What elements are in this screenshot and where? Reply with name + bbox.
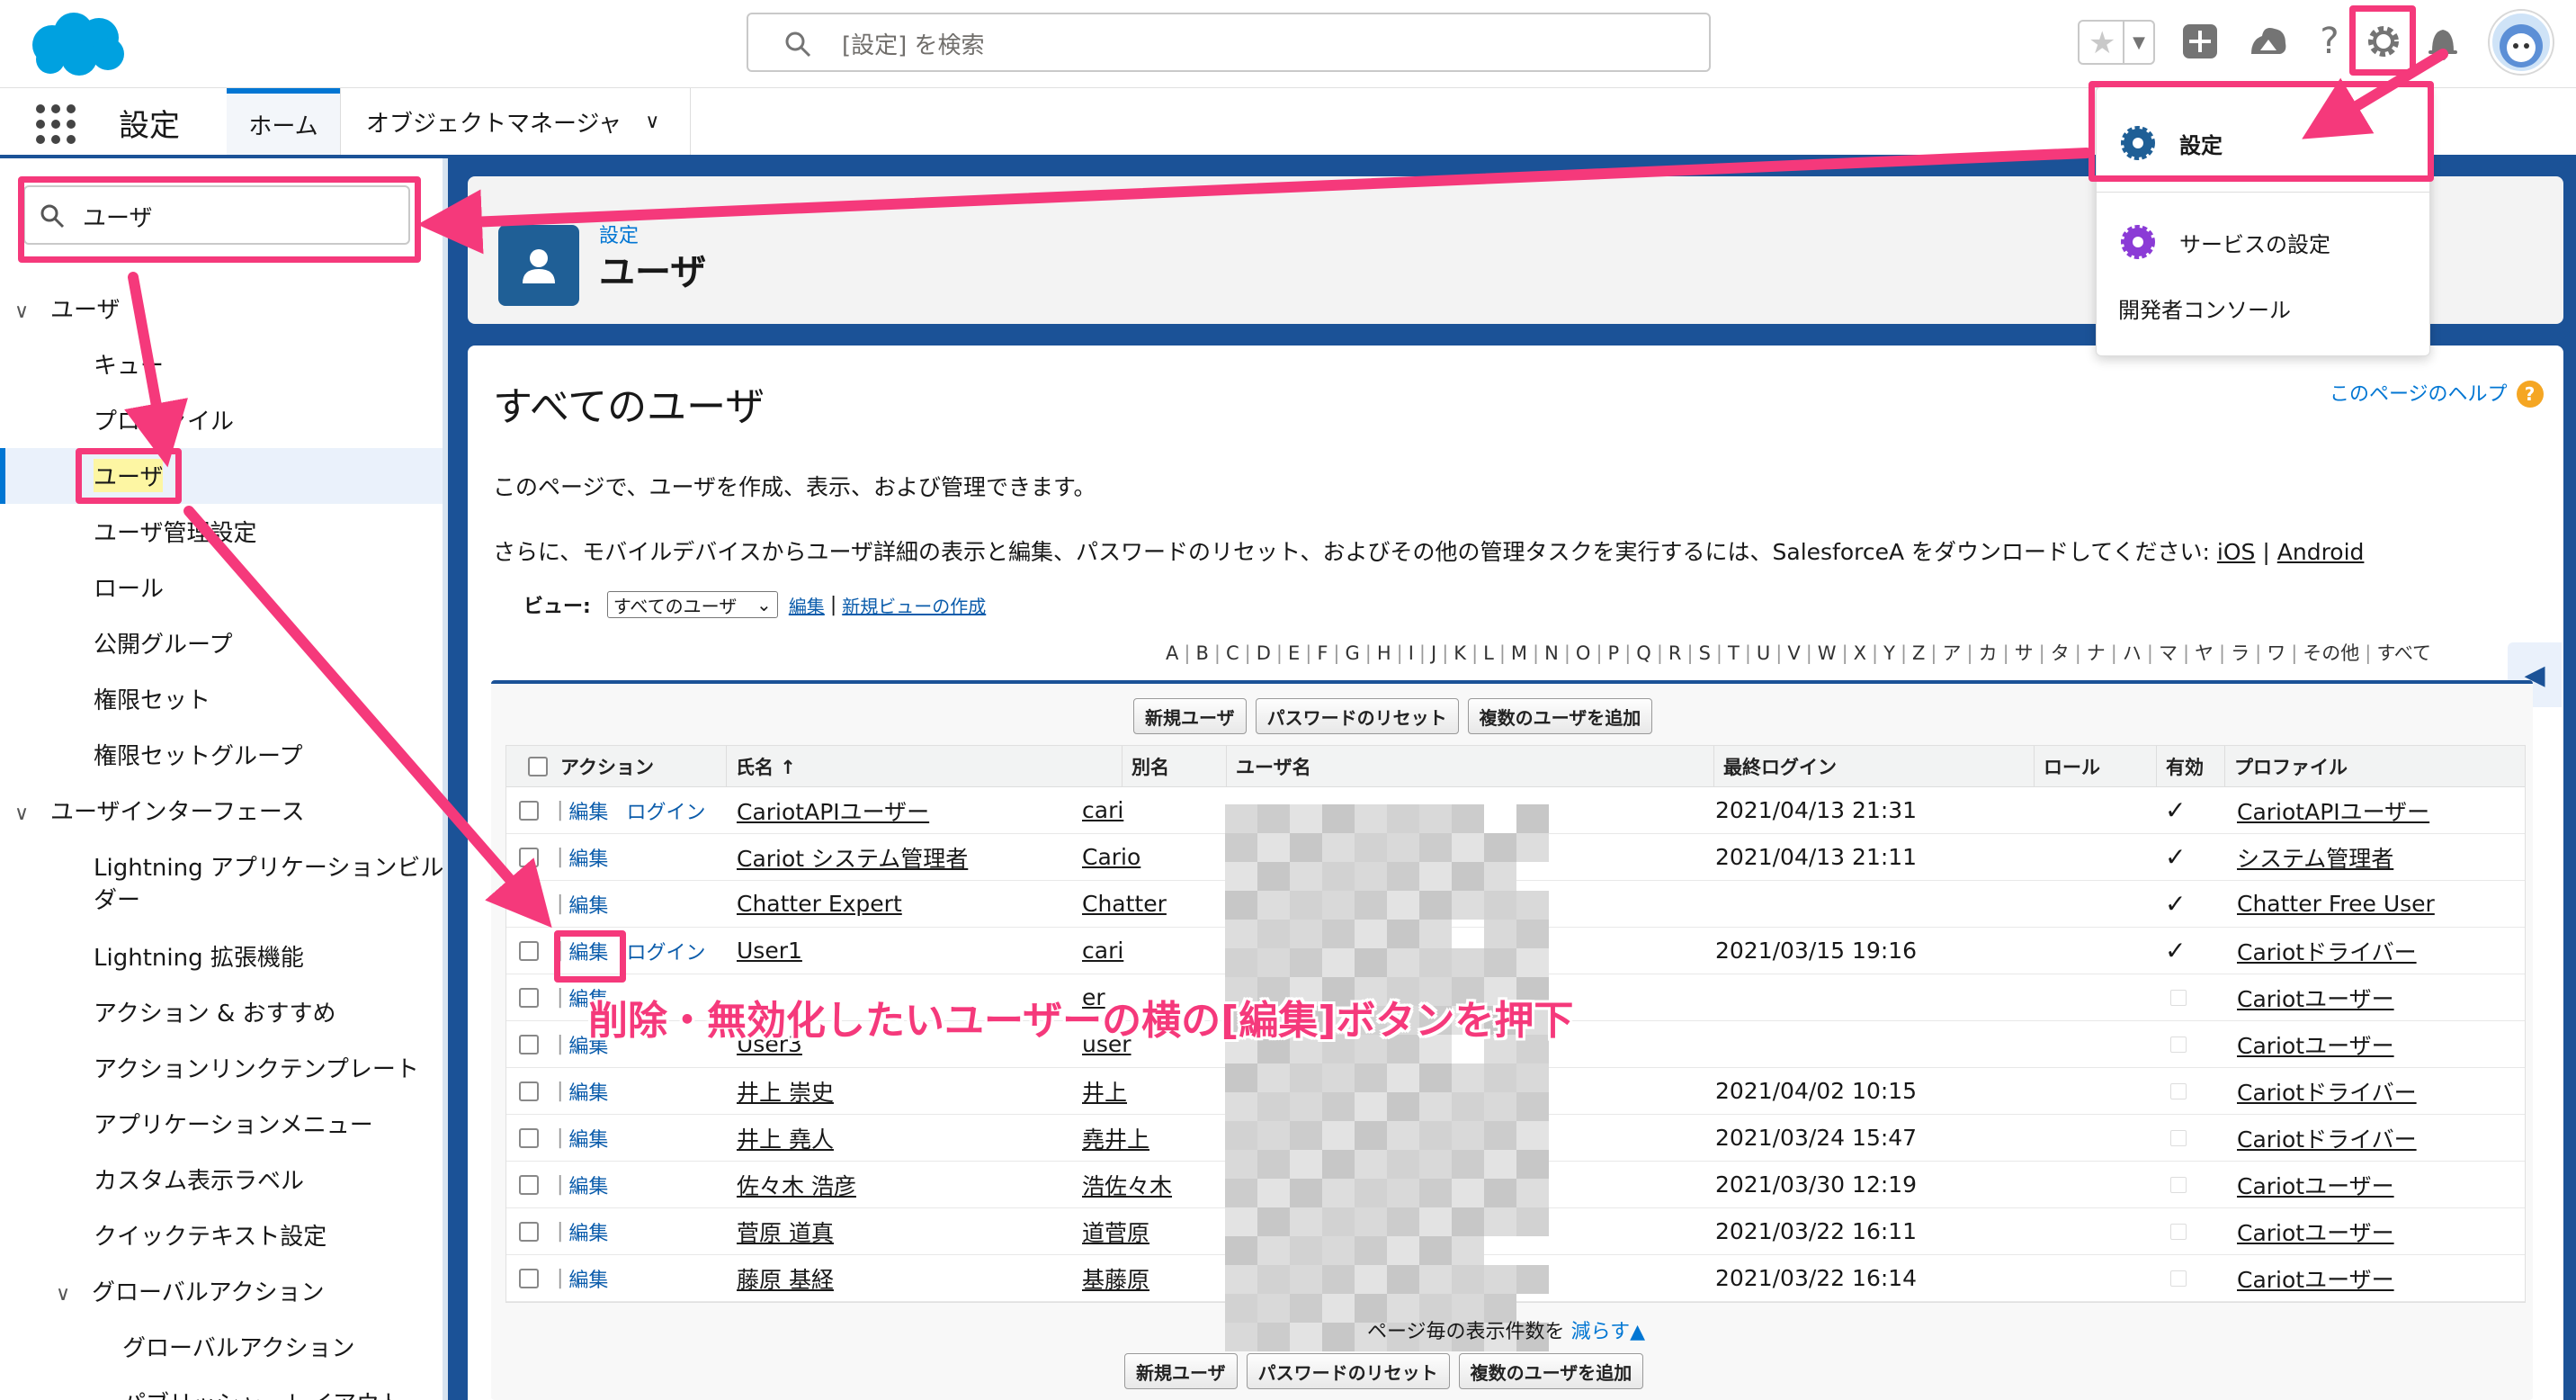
annotation-arrows xyxy=(0,0,2576,1400)
annotation-instruction: 削除・無効化したいユーザーの横の[編集]ボタンを押下 xyxy=(588,988,1573,1046)
